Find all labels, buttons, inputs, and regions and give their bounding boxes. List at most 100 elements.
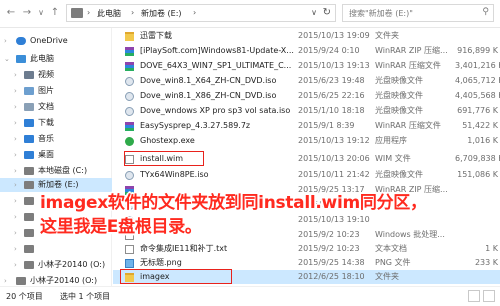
sidebar-item-music[interactable]: › 音乐 — [0, 132, 112, 146]
chevron-right-icon[interactable]: › — [14, 84, 17, 98]
sidebar-item-drive[interactable]: › — [0, 242, 112, 256]
instruction-text-line2: 这里我是E盘根目录。 — [40, 217, 202, 237]
file-date: 2015/9/1 8:39 — [298, 121, 355, 130]
file-type: WinRAR 压缩文件 — [375, 61, 441, 70]
chevron-right-icon[interactable]: › — [14, 210, 17, 224]
search-icon: ⚲ — [482, 7, 489, 17]
rar-icon — [125, 62, 134, 71]
file-type: 光盘映像文件 — [375, 91, 423, 100]
pictures-folder-icon — [24, 87, 34, 95]
file-date: 2015/6/25 22:16 — [298, 91, 365, 100]
file-name: 命令集成IE11和补丁.txt — [140, 244, 228, 253]
drive-icon — [24, 245, 34, 253]
sidebar-item-documents[interactable]: › 文档 — [0, 100, 112, 114]
sidebar-item-label: 此电脑 — [30, 54, 54, 63]
file-size: 51,422 K — [462, 121, 498, 130]
file-type: 文件夹 — [375, 272, 399, 281]
sidebar-item-drive-c[interactable]: › 本地磁盘 (C:) — [0, 164, 112, 178]
chevron-right-icon[interactable]: › — [14, 100, 17, 114]
address-bar[interactable]: › 此电脑 › 新加卷 (E:) › ∨ ↻ — [66, 4, 336, 22]
file-date: 2015/10/13 19:12 — [298, 136, 370, 145]
sidebar-item-downloads[interactable]: › 下载 — [0, 116, 112, 130]
chevron-right-icon[interactable]: › — [14, 258, 17, 272]
sidebar-item-onedrive[interactable]: › OneDrive — [0, 34, 112, 48]
sidebar-item-label: 图片 — [38, 86, 54, 95]
computer-icon — [16, 55, 26, 63]
file-name: DOVE_64X3_WIN7_SP1_ULTIMATE_C... — [140, 61, 292, 70]
file-type: 应用程序 — [375, 136, 407, 145]
file-type: 文本文档 — [375, 244, 407, 253]
sidebar-item-videos[interactable]: › 视频 — [0, 68, 112, 82]
file-size: 1 K — [485, 244, 498, 253]
chevron-right-icon[interactable]: › — [14, 194, 17, 208]
file-row[interactable]: Dove_win8.1_X64_ZH-CN_DVD.iso 2015/6/23 … — [113, 74, 500, 88]
file-date: 2015/10/11 21:42 — [298, 170, 370, 179]
file-type: WinRAR 压缩文件 — [375, 121, 441, 130]
chevron-down-icon[interactable]: ⌄ — [4, 52, 10, 66]
file-row[interactable]: 无标题.png 2015/9/25 14:38 PNG 文件 233 K — [113, 256, 500, 270]
file-size: 233 K — [474, 258, 498, 267]
file-row[interactable]: EasySysprep_4.3.27.589.7z 2015/9/1 8:39 … — [113, 119, 500, 133]
status-bar: 20 个项目 选中 1 个项目 — [0, 286, 500, 306]
file-row[interactable]: Dove_wndows XP pro sp3 vol sata.iso 2015… — [113, 104, 500, 118]
chevron-right-icon[interactable]: › — [14, 148, 17, 162]
rar-icon — [125, 122, 134, 131]
file-row[interactable]: [iPlaySoft.com]Windows81-Update-X... 201… — [113, 44, 500, 58]
sidebar-item-label: 桌面 — [38, 150, 54, 159]
large-icons-view-icon[interactable] — [483, 290, 495, 302]
file-name: TYx64Win8PE.iso — [140, 170, 209, 179]
sidebar-item-pictures[interactable]: › 图片 — [0, 84, 112, 98]
file-row[interactable]: Dove_win8.1_X86_ZH-CN_DVD.iso 2015/6/25 … — [113, 89, 500, 103]
file-row[interactable]: Ghostexp.exe 2015/10/13 19:12 应用程序 1,016… — [113, 134, 500, 148]
sidebar-item-label: 文档 — [38, 102, 54, 111]
disc-icon — [125, 92, 134, 101]
file-type: Windows 批处理... — [375, 230, 445, 239]
file-size: 3,401,216 K — [455, 61, 500, 70]
chevron-right-icon[interactable]: › — [14, 132, 17, 146]
cloud-icon — [16, 37, 26, 45]
drive-icon — [71, 8, 83, 18]
up-icon[interactable]: ↑ — [48, 6, 62, 20]
address-dropdown-icon[interactable]: ∨ — [311, 8, 317, 17]
back-icon[interactable]: ← — [4, 6, 18, 20]
breadcrumb-drive-e[interactable]: 新加卷 (E:) — [141, 8, 182, 19]
file-type: 光盘映像文件 — [375, 106, 423, 115]
sidebar-item-drive-o[interactable]: › 小林子20140 (O:) — [0, 258, 112, 272]
video-folder-icon — [24, 71, 34, 79]
chevron-right-icon[interactable]: › — [4, 34, 7, 48]
chevron-right-icon[interactable]: › — [14, 116, 17, 130]
file-type: 光盘映像文件 — [375, 170, 423, 179]
drive-icon — [24, 261, 34, 269]
disc-icon — [125, 77, 134, 86]
sidebar-item-label: 本地磁盘 (C:) — [38, 166, 88, 175]
file-row[interactable]: 迅雷下载 2015/10/13 19:09 文件夹 — [113, 29, 500, 43]
breadcrumb-this-pc[interactable]: 此电脑 — [97, 8, 121, 19]
chevron-right-icon[interactable]: › — [14, 226, 17, 240]
search-input[interactable]: 搜索"新加卷 (E:)" ⚲ — [342, 4, 494, 22]
rar-icon — [125, 47, 134, 56]
recent-locations-icon[interactable]: ∨ — [34, 6, 48, 20]
chevron-right-icon[interactable]: › — [14, 178, 17, 192]
refresh-icon[interactable]: ↻ — [323, 7, 331, 18]
music-icon — [24, 135, 34, 143]
chevron-right-icon[interactable]: › — [14, 164, 17, 178]
file-type: PNG 文件 — [375, 258, 411, 267]
file-row[interactable]: DOVE_64X3_WIN7_SP1_ULTIMATE_C... 2015/10… — [113, 59, 500, 73]
sidebar-item-label: 小林子20140 (O:) — [38, 260, 106, 269]
breadcrumb-separator: › — [131, 8, 135, 17]
sidebar-item-this-pc[interactable]: ⌄ 此电脑 — [0, 52, 112, 66]
file-date: 2015/9/25 14:38 — [298, 258, 365, 267]
details-view-icon[interactable] — [468, 290, 480, 302]
sidebar-item-desktop[interactable]: › 桌面 — [0, 148, 112, 162]
file-date: 2015/10/13 19:10 — [298, 215, 370, 224]
file-name: [iPlaySoft.com]Windows81-Update-X... — [140, 46, 294, 55]
search-placeholder: 搜索"新加卷 (E:)" — [349, 9, 413, 18]
forward-icon[interactable]: → — [20, 6, 34, 20]
file-name: Ghostexp.exe — [140, 136, 195, 145]
drive-icon — [24, 181, 34, 189]
file-row[interactable]: 命令集成IE11和补丁.txt 2015/9/2 10:23 文本文档 1 K — [113, 242, 500, 256]
chevron-right-icon[interactable]: › — [14, 242, 17, 256]
drive-icon — [24, 213, 34, 221]
file-row[interactable]: TYx64Win8PE.iso 2015/10/11 21:42 光盘映像文件 … — [113, 168, 500, 182]
chevron-right-icon[interactable]: › — [14, 68, 17, 82]
